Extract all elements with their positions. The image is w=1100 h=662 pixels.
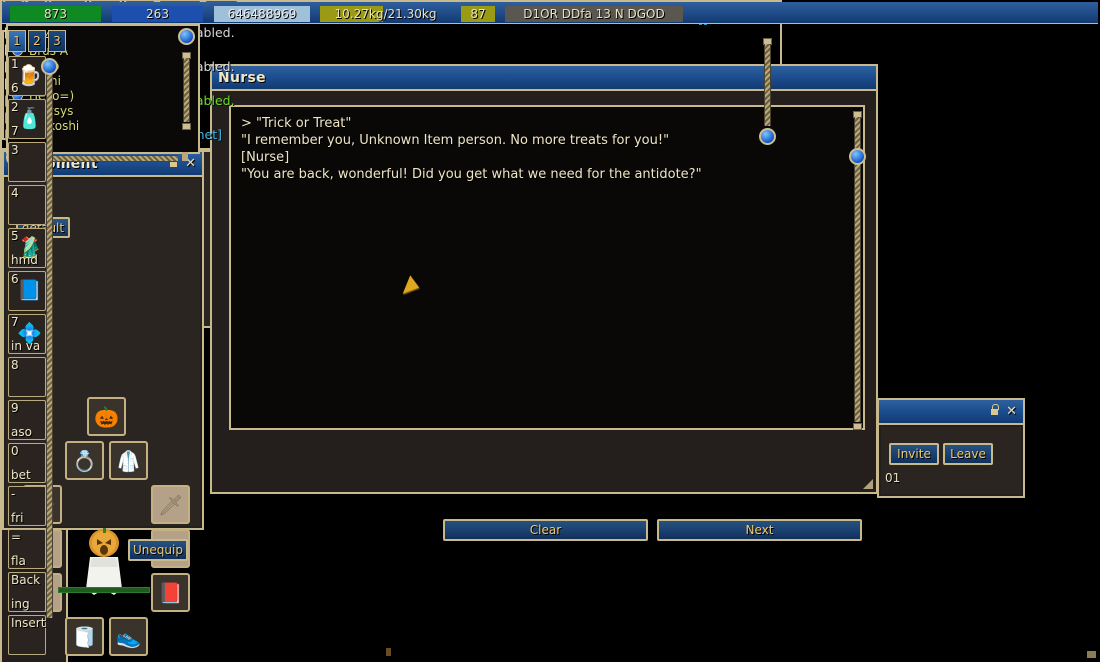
shortcut-slot-8[interactable]: 8 [8, 357, 46, 397]
chat-scrollbar-track[interactable] [764, 44, 771, 126]
shortcut-caption: fri [11, 511, 24, 525]
shortcut-key-label: 4 [11, 186, 19, 200]
party-leave-button[interactable]: Leave [943, 443, 993, 465]
chat-scrollbar-thumb[interactable] [759, 128, 776, 145]
shortcut-page-1[interactable]: 1 [8, 30, 26, 52]
shortcut-slot-equals[interactable]: = fla [8, 529, 46, 569]
status-bar-mp[interactable]: 263 [110, 4, 205, 24]
shortcut-slot-3[interactable]: 3 [8, 142, 46, 182]
shortcut-key-label: - [11, 487, 16, 501]
shortcut-key-label: 9 [11, 401, 19, 415]
status-bar-label: 10.27kg/21.30kg [334, 7, 437, 21]
status-bar-label: 646488969 [227, 7, 297, 21]
shortcut-scrollbar-track[interactable] [46, 66, 53, 618]
scrollbar-right-cap [182, 152, 188, 161]
shortcut-slot-1[interactable]: 1 🍺 6 [8, 56, 46, 96]
party-invite-button[interactable]: Invite [889, 443, 939, 465]
shortcut-key-label: 7 [11, 315, 19, 329]
shortcut-key-label: Insert [11, 616, 46, 630]
shortcut-slot-9[interactable]: 9 aso [8, 400, 46, 440]
shortcut-page-2[interactable]: 2 [28, 30, 46, 52]
shortcut-caption: 7 [11, 124, 19, 138]
shortcut-caption: 6 [11, 81, 19, 95]
status-bar-hp[interactable]: 873 [8, 4, 103, 24]
shortcut-slot-insert[interactable]: Insert [8, 615, 46, 655]
shortcut-caption: hmd [11, 253, 38, 267]
shortcut-caption: fla [11, 554, 26, 568]
shortcut-slot-2[interactable]: 2 🧴 7 [8, 99, 46, 139]
shortcut-slot-5[interactable]: 5 🥻 hmd [8, 228, 46, 268]
shortcut-key-label: Back [11, 573, 41, 587]
status-bar-money[interactable]: 646488969 [212, 4, 312, 24]
shortcut-key-label: 6 [11, 272, 19, 286]
shortcut-key-label: = [11, 530, 22, 544]
member-list-scrollbar-track[interactable] [183, 58, 190, 122]
shortcut-slot-7[interactable]: 7 💠 in va [8, 314, 46, 354]
shortcut-slot-6-icon: 📘 [17, 278, 42, 302]
shortcut-key-label: 8 [11, 358, 19, 372]
shortcut-key-label: 3 [11, 143, 19, 157]
scrollbar-bottom-cap [182, 123, 191, 130]
member-list-scrollbar-thumb[interactable] [178, 28, 195, 45]
game-screen: 873 263 646488969 10.27kg/21.30kg 87 D1OR DDf… [0, 0, 1100, 662]
shortcut-slot-backspace[interactable]: Back ing [8, 572, 46, 612]
status-bar-status-points[interactable]: 87 [459, 4, 497, 24]
shortcut-key-label: 1 [11, 57, 19, 71]
shortcut-page-3[interactable]: 3 [48, 30, 66, 52]
shortcut-caption: in va [11, 339, 41, 353]
shortcut-caption: aso [11, 425, 32, 439]
shortcut-bar-resize-grip[interactable] [1087, 651, 1096, 658]
party-body: Invite Leave 01 [881, 427, 1021, 494]
lock-icon[interactable] [990, 404, 1000, 419]
shortcut-slot-6[interactable]: 6 📘 [8, 271, 46, 311]
close-icon[interactable]: ✕ [1006, 404, 1017, 419]
party-titlebar[interactable]: ✕ [879, 400, 1023, 425]
shortcut-slot-4[interactable]: 4 [8, 185, 46, 225]
shortcut-key-label: 5 [11, 229, 19, 243]
chat-horizontal-scrollbar-thumb[interactable] [386, 648, 391, 656]
shortcut-caption: ing [11, 597, 30, 611]
shortcut-key-label: 2 [11, 100, 19, 114]
status-bar-label: D1OR DDfa 13 N DGOD [523, 7, 665, 21]
party-status-label: 01 [885, 471, 901, 485]
status-bar-label: 873 [44, 7, 67, 21]
status-bar-label: 87 [470, 7, 486, 21]
shortcut-caption: bet [11, 468, 31, 482]
shortcut-slot-minus[interactable]: - fri [8, 486, 46, 526]
status-bar-label: 263 [146, 7, 169, 21]
party-window[interactable]: ✕ Invite Leave 01 [877, 398, 1025, 498]
shortcut-scrollbar-thumb[interactable] [41, 58, 58, 75]
shortcut-slot-0[interactable]: 0 bet [8, 443, 46, 483]
status-bar-status-flags[interactable]: D1OR DDfa 13 N DGOD [503, 4, 685, 24]
shortcut-key-label: 0 [11, 444, 19, 458]
